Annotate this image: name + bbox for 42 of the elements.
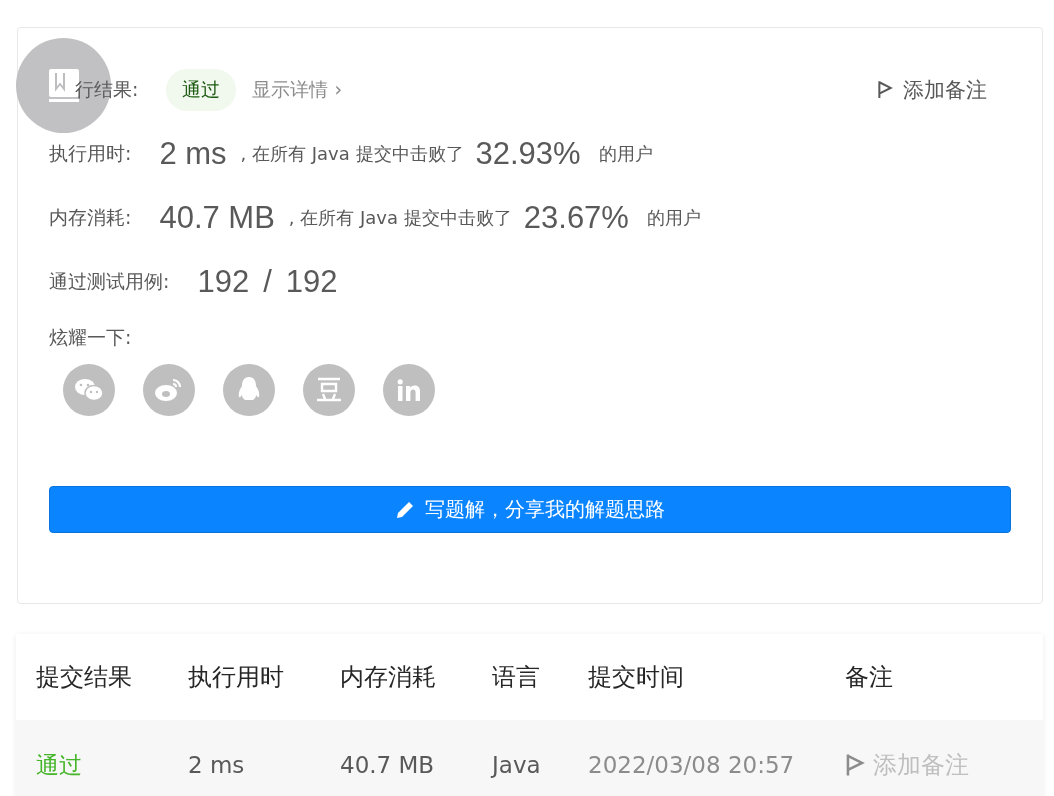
add-note-button[interactable]: 添加备注 — [877, 76, 1011, 104]
stat-percent: 23.67% — [523, 200, 629, 236]
column-header: 语言 — [492, 662, 541, 693]
testcase-label: 通过测试用例: — [49, 269, 170, 294]
stat-value: 40.7 MB — [159, 200, 275, 236]
column-header: 执行用时 — [188, 662, 285, 693]
testcase-total: 192 — [285, 264, 338, 300]
stat-percent: 32.93% — [475, 136, 581, 172]
stat-label: 内存消耗: — [49, 205, 132, 230]
chat-bubbles-icon — [74, 377, 104, 403]
column-header: 备注 — [845, 662, 894, 693]
flag-icon — [845, 753, 865, 777]
share-label: 炫耀一下: — [49, 325, 132, 350]
stat-text: , 在所有 Java 提交中击败了 — [240, 142, 464, 166]
stat-label: 执行用时: — [49, 141, 132, 166]
stat-suffix: 的用户 — [598, 142, 653, 166]
share-button[interactable] — [143, 364, 195, 416]
testcase-separator: / — [263, 264, 272, 300]
share-button[interactable] — [223, 364, 275, 416]
weibo-icon — [154, 377, 184, 403]
flag-icon — [877, 80, 893, 100]
column-header: 提交结果 — [36, 662, 133, 693]
pencil-icon — [395, 499, 415, 520]
details-link[interactable]: 显示详情 › — [252, 77, 343, 103]
stat-value: 2 ms — [159, 136, 227, 172]
result-cell-text: 通过 — [36, 750, 83, 780]
share-button[interactable] — [63, 364, 115, 416]
memory-cell-text: 40.7 MB — [340, 752, 436, 778]
time-cell-text: 2 ms — [188, 752, 246, 778]
language-cell-text: Java — [492, 752, 542, 778]
column-header: 内存消耗 — [340, 662, 437, 693]
write-solution-button[interactable]: 写题解，分享我的解题思路 — [49, 486, 1011, 533]
column-header: 提交时间 — [588, 662, 685, 693]
linkedin-icon — [397, 379, 421, 401]
douban-icon — [316, 377, 342, 403]
status-tag: 通过 — [166, 69, 237, 111]
stat-text: , 在所有 Java 提交中击败了 — [288, 206, 512, 230]
share-button[interactable] — [303, 364, 355, 416]
stat-suffix: 的用户 — [646, 206, 701, 230]
date-cell-text: 2022/03/08 20:57 — [588, 752, 796, 778]
share-button[interactable] — [383, 364, 435, 416]
testcase-passed: 192 — [197, 264, 250, 300]
